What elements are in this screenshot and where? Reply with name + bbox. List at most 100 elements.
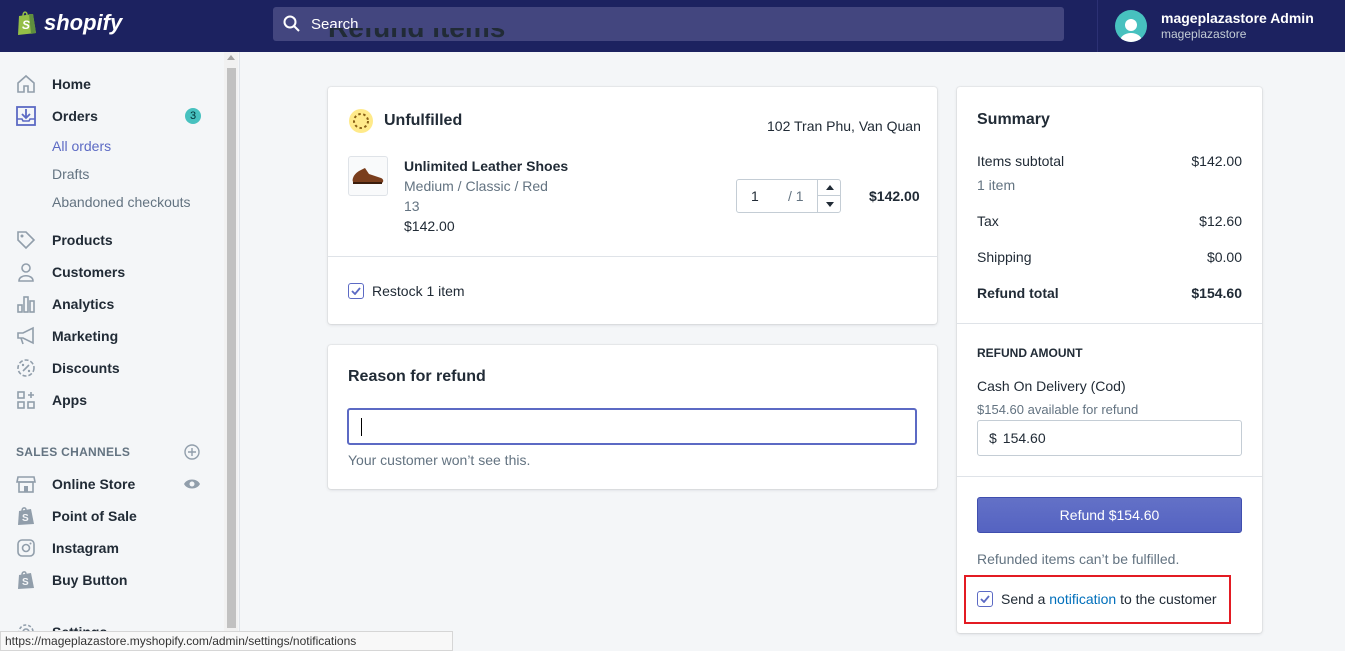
user-name: mageplazastore Admin: [1161, 10, 1314, 26]
sidebar-item-analytics[interactable]: Analytics: [16, 292, 114, 316]
shipping-address: 102 Tran Phu, Van Quan: [767, 118, 921, 134]
product-variant: Medium / Classic / Red: [404, 178, 548, 194]
refund-amount-heading: REFUND AMOUNT: [977, 346, 1083, 360]
user-menu[interactable]: mageplazastore Admin mageplazastore: [1097, 0, 1345, 52]
reason-input[interactable]: [347, 408, 917, 445]
sidebar-item-orders[interactable]: Orders: [16, 104, 98, 128]
shopify-bag-icon: S: [18, 11, 36, 35]
notify-prefix: Send a: [1001, 591, 1046, 607]
items-subtotal-label: Items subtotal: [977, 153, 1065, 169]
notify-customer-checkbox[interactable]: [977, 591, 993, 607]
refund-total-value: $154.60: [1191, 285, 1242, 301]
sidebar-item-label: Buy Button: [52, 572, 128, 588]
sidebar-item-label: Apps: [52, 392, 87, 408]
user-avatar-icon: [1120, 19, 1142, 42]
sidebar-item-marketing[interactable]: Marketing: [16, 324, 118, 348]
eye-icon[interactable]: [183, 477, 201, 491]
quantity-input-value[interactable]: 1: [751, 188, 759, 204]
checkmark-icon: [980, 595, 990, 603]
instagram-icon: [16, 538, 36, 558]
currency-prefix: $: [989, 430, 997, 446]
quantity-increment-button[interactable]: [817, 180, 841, 196]
sidebar-subitem-all-orders[interactable]: All orders: [52, 138, 111, 154]
divider: [328, 256, 937, 257]
orders-count-badge: 3: [185, 108, 201, 124]
items-count: 1 item: [977, 177, 1016, 193]
shipping-value: $0.00: [1206, 249, 1242, 265]
sidebar-item-label: Analytics: [52, 296, 115, 312]
sidebar-item-label: Orders: [52, 108, 98, 124]
person-icon: [16, 262, 36, 282]
sidebar-item-label: Discounts: [52, 360, 120, 376]
text-cursor: [361, 418, 362, 436]
sidebar-item-online-store[interactable]: Online Store: [16, 472, 135, 496]
items-subtotal-value: $142.00: [1191, 153, 1242, 169]
sidebar-item-label: Products: [52, 232, 113, 248]
fulfillment-status: Unfulfilled: [384, 112, 463, 129]
sidebar-scrollbar-thumb[interactable]: [227, 68, 236, 628]
sidebar-item-products[interactable]: Products: [16, 228, 113, 252]
tax-label: Tax: [977, 213, 999, 229]
sidebar-item-point-of-sale[interactable]: S Point of Sale: [16, 504, 137, 528]
quantity-decrement-button[interactable]: [817, 196, 841, 212]
checkmark-icon: [351, 287, 361, 295]
top-bar: S shopify Search mageplazastore Admin ma…: [0, 0, 1345, 52]
payment-method: Cash On Delivery (Cod): [977, 378, 1126, 394]
notify-customer-option[interactable]: Send a notification to the customer: [977, 591, 1217, 607]
shipping-label: Shipping: [977, 249, 1032, 265]
sidebar-item-apps[interactable]: Apps: [16, 388, 87, 412]
caret-down-icon: [825, 201, 834, 207]
restock-checkbox[interactable]: [348, 283, 364, 299]
orders-icon: [16, 106, 36, 126]
apps-icon: [16, 390, 36, 410]
refund-amount-value: 154.60: [1002, 430, 1046, 446]
svg-text:S: S: [22, 18, 30, 32]
sales-channels-heading: SALES CHANNELS: [16, 445, 131, 459]
available-for-refund: $154.60 available for refund: [977, 402, 1139, 417]
refund-button[interactable]: Refund $154.60: [977, 497, 1242, 533]
page-title: Refund items: [328, 28, 505, 52]
tax-value: $12.60: [1199, 213, 1242, 229]
divider: [957, 476, 1262, 477]
discount-icon: [16, 358, 36, 378]
refund-note: Refunded items can’t be fulfilled.: [977, 551, 1180, 567]
avatar: [1115, 10, 1147, 42]
sidebar-subitem-drafts[interactable]: Drafts: [52, 166, 89, 182]
caret-up-icon: [825, 185, 834, 190]
sidebar-item-home[interactable]: Home: [16, 72, 91, 96]
notification-link[interactable]: notification: [1049, 591, 1116, 607]
product-unit-price: $142.00: [404, 218, 455, 234]
shopify-logo[interactable]: S shopify: [16, 10, 122, 36]
unfulfilled-status-icon: [349, 109, 373, 133]
sidebar-item-customers[interactable]: Customers: [16, 260, 125, 284]
sidebar-subitem-abandoned-checkouts[interactable]: Abandoned checkouts: [52, 194, 191, 210]
add-channel-icon[interactable]: [184, 444, 200, 460]
sidebar-item-label: Customers: [52, 264, 126, 280]
quantity-stepper[interactable]: 1 / 1: [736, 179, 841, 213]
product-name[interactable]: Unlimited Leather Shoes: [404, 158, 568, 174]
logo-area: S shopify: [0, 0, 240, 52]
tag-icon: [16, 230, 36, 250]
sidebar-item-instagram[interactable]: Instagram: [16, 536, 119, 560]
refund-amount-input[interactable]: $ 154.60: [977, 420, 1242, 456]
scroll-up-arrow[interactable]: [227, 55, 235, 60]
sidebar: [0, 52, 240, 651]
divider: [957, 323, 1262, 324]
home-icon: [16, 74, 36, 94]
shipping-row: Shipping $0.00: [977, 249, 1242, 265]
sidebar-item-buy-button[interactable]: S Buy Button: [16, 568, 127, 592]
shopify-bag-icon: S: [16, 506, 36, 526]
shoe-image-icon: [352, 168, 384, 184]
bar-chart-icon: [16, 294, 36, 314]
search-icon: [283, 15, 300, 32]
svg-text:S: S: [22, 577, 29, 588]
product-thumbnail: [348, 156, 388, 196]
sidebar-item-discounts[interactable]: Discounts: [16, 356, 120, 380]
sidebar-item-label: Instagram: [52, 540, 119, 556]
shopify-bag-icon: S: [16, 570, 36, 590]
sidebar-item-label: Marketing: [52, 328, 119, 344]
tax-row: Tax $12.60: [977, 213, 1242, 229]
refund-total-label: Refund total: [977, 285, 1059, 301]
items-subtotal-row: Items subtotal $142.00: [977, 153, 1242, 169]
restock-option[interactable]: Restock 1 item: [348, 283, 465, 299]
